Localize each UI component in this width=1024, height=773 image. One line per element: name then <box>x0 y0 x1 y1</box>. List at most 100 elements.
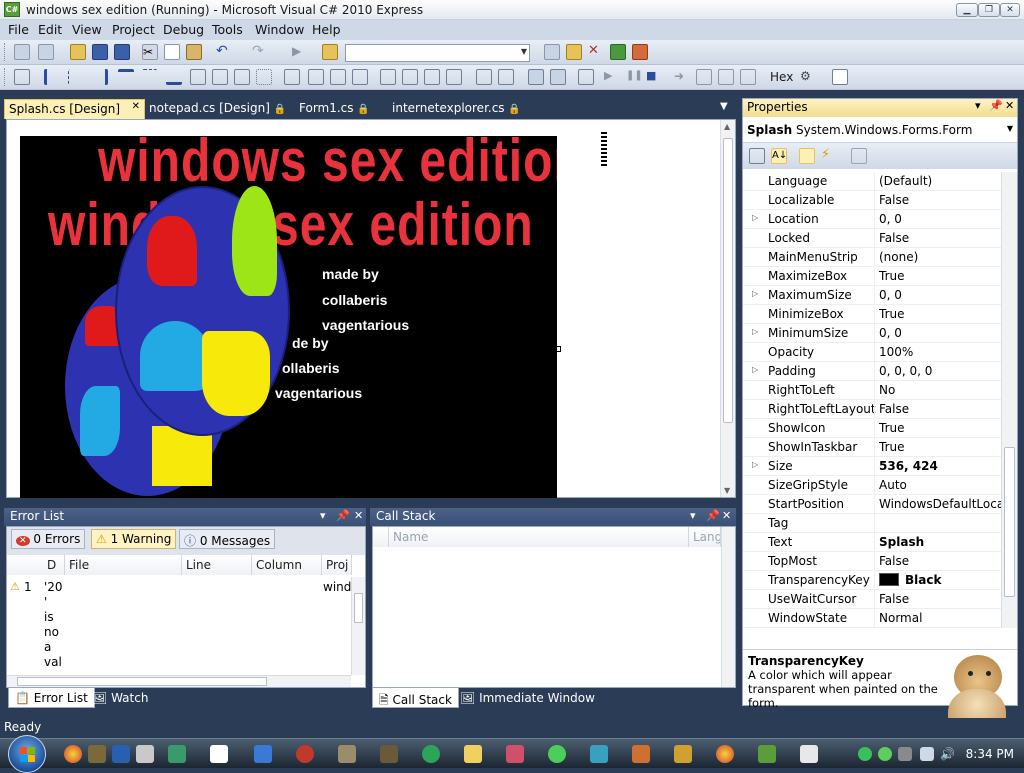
app-icon[interactable] <box>548 745 566 763</box>
step-into-icon[interactable] <box>696 69 712 85</box>
chrome-icon[interactable] <box>64 745 82 763</box>
increase-h-spacing-icon[interactable] <box>308 69 324 85</box>
expand-icon[interactable]: ▷ <box>752 289 758 298</box>
tab-splash-design[interactable]: Splash.cs [Design] ✕ <box>4 99 145 119</box>
remove-h-spacing-icon[interactable] <box>352 69 368 85</box>
property-row-topmost[interactable]: TopMost False <box>743 552 1001 571</box>
property-value[interactable]: Normal <box>879 611 1003 625</box>
column-header-name[interactable]: Name <box>389 527 689 547</box>
size-to-grid-icon[interactable] <box>256 69 272 85</box>
bring-to-front-icon[interactable] <box>528 69 544 85</box>
app-icon[interactable] <box>168 745 186 763</box>
property-row-maximumsize[interactable]: ▷ MaximumSize 0, 0 <box>743 286 1001 305</box>
new-project-icon[interactable] <box>14 44 30 60</box>
tab-error-list[interactable]: 📋 Error List <box>8 688 95 708</box>
chevron-down-icon[interactable]: ▾ <box>975 99 981 112</box>
tab-immediate-window[interactable]: 🖼 Immediate Window <box>454 688 601 708</box>
visual-csharp-icon[interactable] <box>758 745 776 763</box>
horizontal-spacing-icon[interactable] <box>284 69 300 85</box>
error-list-vscrollbar[interactable] <box>351 577 365 675</box>
tray-icon[interactable] <box>878 747 892 761</box>
toolbox-icon[interactable]: ✕ <box>588 44 604 60</box>
column-header-project[interactable]: Proj <box>322 555 352 575</box>
app-icon[interactable] <box>296 745 314 763</box>
toolbar-grip[interactable] <box>4 43 7 61</box>
remove-v-spacing-icon[interactable] <box>446 69 462 85</box>
categorized-icon[interactable] <box>749 148 765 164</box>
send-to-back-icon[interactable] <box>550 69 566 85</box>
app-icon[interactable] <box>136 745 154 763</box>
tab-internetexplorer-cs[interactable]: internetexplorer.cs 🔒 <box>388 99 525 119</box>
close-icon[interactable]: ✕ <box>354 509 363 522</box>
paste-icon[interactable] <box>186 44 202 60</box>
column-header-file[interactable]: File <box>65 555 182 575</box>
property-value[interactable]: (none) <box>879 250 1003 264</box>
property-row-location[interactable]: ▷ Location 0, 0 <box>743 210 1001 229</box>
property-value[interactable]: False <box>879 592 1003 606</box>
show-next-statement-icon[interactable]: ➜ <box>674 69 690 85</box>
break-all-icon[interactable]: ❚❚ <box>626 69 643 85</box>
output-window-icon[interactable] <box>832 69 848 85</box>
property-value[interactable]: True <box>879 269 1003 283</box>
threads-icon[interactable]: ⚙ <box>800 69 816 85</box>
property-value[interactable]: No <box>879 383 1003 397</box>
decrease-h-spacing-icon[interactable] <box>330 69 346 85</box>
property-row-maximizebox[interactable]: MaximizeBox True <box>743 267 1001 286</box>
property-value[interactable]: True <box>879 307 1003 321</box>
property-row-size[interactable]: ▷ Size 536, 424 <box>743 457 1001 476</box>
close-icon[interactable]: ✕ <box>132 101 140 112</box>
chevron-down-icon[interactable]: ▼ <box>521 47 527 56</box>
property-value[interactable]: Auto <box>879 478 1003 492</box>
pin-icon[interactable]: 📌 <box>706 509 720 522</box>
property-value[interactable]: Black <box>879 573 1003 587</box>
property-row-windowstate[interactable]: WindowState Normal <box>743 609 1001 628</box>
property-row-showintaskbar[interactable]: ShowInTaskbar True <box>743 438 1001 457</box>
align-centers-icon[interactable] <box>68 69 84 85</box>
property-value[interactable]: 536, 424 <box>879 459 1003 473</box>
clock[interactable]: 8:34 PM <box>966 747 1014 761</box>
network-icon[interactable] <box>920 747 934 761</box>
expand-icon[interactable]: ▷ <box>752 365 758 374</box>
computer-icon[interactable] <box>112 745 130 763</box>
minimize-button[interactable]: ▁ <box>956 3 978 17</box>
alphabetical-icon[interactable]: A↓ <box>771 148 787 164</box>
property-row-minimumsize[interactable]: ▷ MinimumSize 0, 0 <box>743 324 1001 343</box>
volume-icon[interactable]: 🔊 <box>940 747 955 761</box>
tray-icon[interactable] <box>898 747 912 761</box>
redo-icon[interactable]: ↷ <box>252 44 268 60</box>
align-lefts-icon[interactable] <box>44 69 60 85</box>
property-row-text[interactable]: Text Splash <box>743 533 1001 552</box>
property-row-language[interactable]: Language (Default) <box>743 172 1001 191</box>
app-icon[interactable] <box>590 745 608 763</box>
designer-scrollbar[interactable]: ▲ ▼ <box>720 120 735 497</box>
tab-watch[interactable]: 🖼 Watch <box>86 688 154 708</box>
menu-tools[interactable]: Tools <box>209 22 246 37</box>
menu-window[interactable]: Window <box>252 22 307 37</box>
column-header-line[interactable]: Line <box>182 555 252 575</box>
property-row-usewaitcursor[interactable]: UseWaitCursor False <box>743 590 1001 609</box>
property-value[interactable]: True <box>879 421 1003 435</box>
folder-icon[interactable] <box>464 745 482 763</box>
maximize-button[interactable]: ❐ <box>978 3 1000 17</box>
property-value[interactable]: False <box>879 193 1003 207</box>
app-icon[interactable] <box>422 745 440 763</box>
property-value[interactable]: False <box>879 554 1003 568</box>
close-button[interactable]: ✕ <box>1000 3 1020 17</box>
find-in-files-icon[interactable] <box>322 44 338 60</box>
chevron-down-icon[interactable]: ▾ <box>690 509 696 522</box>
app-icon[interactable] <box>254 745 272 763</box>
app-icon[interactable] <box>632 745 650 763</box>
app-icon[interactable] <box>338 745 356 763</box>
menu-edit[interactable]: Edit <box>35 22 65 37</box>
property-row-righttoleftlayout[interactable]: RightToLeftLayout False <box>743 400 1001 419</box>
center-horizontally-icon[interactable] <box>476 69 492 85</box>
property-value[interactable]: WindowsDefaultLocatio <box>879 497 1003 511</box>
step-over-icon[interactable] <box>718 69 734 85</box>
cut-icon[interactable]: ✂ <box>142 44 158 60</box>
stop-debugging-icon[interactable]: ■ <box>646 69 662 85</box>
property-row-righttoleft[interactable]: RightToLeft No <box>743 381 1001 400</box>
pin-icon[interactable]: 📌 <box>336 509 350 522</box>
call-stack-scrollbar[interactable] <box>721 527 735 687</box>
chevron-down-icon[interactable]: ▾ <box>320 509 326 522</box>
property-row-locked[interactable]: Locked False <box>743 229 1001 248</box>
